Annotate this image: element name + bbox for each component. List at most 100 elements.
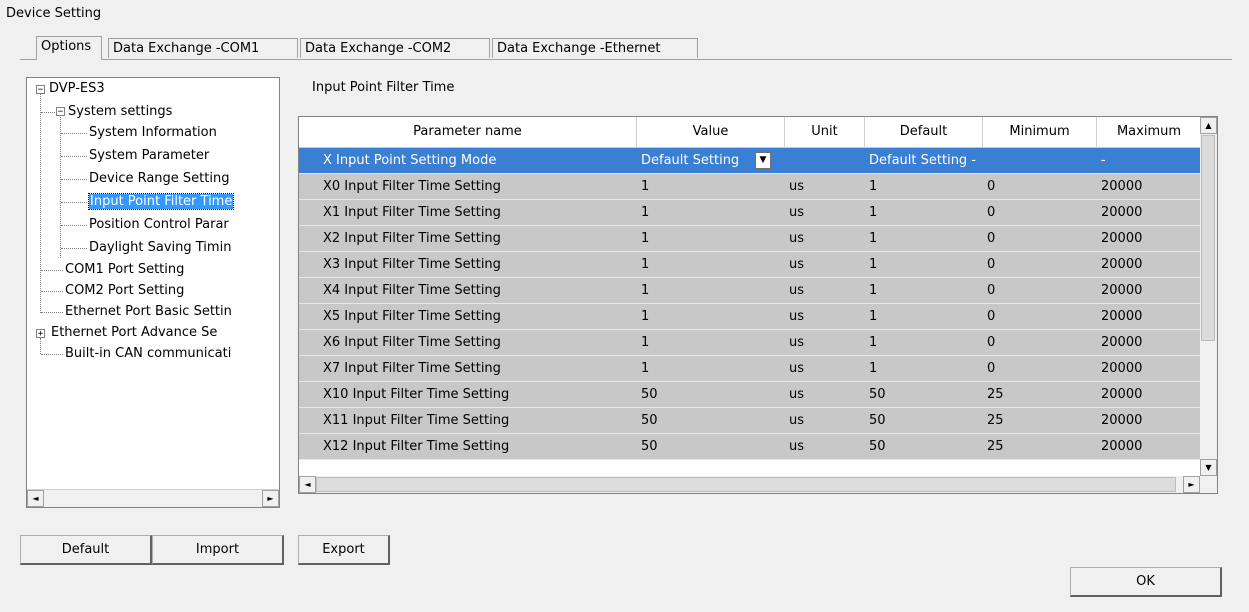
cell-parameter-name: X11 Input Filter Time Setting [323, 413, 510, 428]
table-row[interactable]: X1 Input Filter Time Setting 1 us 1 0 20000 [299, 200, 1201, 226]
scroll-right-icon[interactable]: ► [262, 490, 279, 507]
parameter-grid[interactable]: Parameter name Value Unit Default Minimu… [298, 116, 1218, 494]
column-header-minimum[interactable]: Minimum [983, 117, 1097, 147]
tab-options[interactable]: Options [36, 36, 102, 60]
scroll-left-icon[interactable]: ◄ [299, 476, 316, 493]
scroll-down-icon[interactable]: ▼ [1200, 459, 1217, 476]
tree-item-label: Ethernet Port Advance Se [51, 325, 218, 340]
cell-value[interactable]: 50 [637, 382, 785, 407]
tree-root[interactable]: DVP-ES3 [49, 80, 105, 98]
collapse-icon[interactable]: − [36, 85, 45, 95]
tree-item-daylight-saving[interactable]: Daylight Saving Timin [89, 239, 231, 257]
cell-parameter-name: X7 Input Filter Time Setting [323, 361, 501, 376]
export-button[interactable]: Export [298, 535, 390, 565]
cell-unit [785, 148, 865, 173]
table-row[interactable]: X2 Input Filter Time Setting 1 us 1 0 20000 [299, 226, 1201, 252]
cell-maximum: 20000 [1101, 413, 1143, 428]
cell-value[interactable]: 1 [637, 278, 785, 303]
tree-item-label: Built-in CAN communicati [65, 346, 232, 361]
table-row[interactable]: X0 Input Filter Time Setting 1 us 1 0 20000 [299, 174, 1201, 200]
collapse-icon[interactable]: − [56, 107, 65, 117]
section-title: Input Point Filter Time [312, 80, 455, 95]
tree-item-position-control[interactable]: Position Control Parar [89, 216, 229, 234]
cell-default: 50 [869, 413, 886, 428]
column-header-unit[interactable]: Unit [785, 117, 865, 147]
table-row[interactable]: X10 Input Filter Time Setting 50 us 50 25 200… [299, 382, 1201, 408]
grid-vertical-scrollbar[interactable]: ▲ ▼ [1200, 117, 1217, 477]
dropdown-arrow-icon[interactable]: ▼ [755, 152, 771, 169]
tree-item-builtin-can[interactable]: Built-in CAN communicati [65, 345, 231, 363]
table-row[interactable]: X7 Input Filter Time Setting 1 us 1 0 20000 [299, 356, 1201, 382]
table-row[interactable]: X Input Point Setting Mode Default Settin… [299, 148, 1201, 174]
cell-value[interactable]: 1 [637, 226, 785, 251]
expand-icon[interactable]: + [36, 329, 45, 339]
table-row[interactable]: X5 Input Filter Time Setting 1 us 1 0 20000 [299, 304, 1201, 330]
settings-tree[interactable]: − DVP-ES3 − System settings System Infor… [26, 77, 280, 508]
scroll-right-icon[interactable]: ► [1183, 476, 1200, 493]
tree-item-label: Position Control Parar [89, 217, 229, 232]
cell-value[interactable]: 50 [637, 434, 785, 459]
table-row[interactable]: X4 Input Filter Time Setting 1 us 1 0 20000 [299, 278, 1201, 304]
tree-item-system-parameter[interactable]: System Parameter [89, 147, 209, 165]
cell-default: 1 [869, 309, 878, 324]
default-button[interactable]: Default [20, 535, 152, 565]
cell-default: 1 [869, 335, 878, 350]
tree-item-system-settings[interactable]: System settings [68, 103, 172, 121]
grid-header: Parameter name Value Unit Default Minimu… [299, 117, 1201, 148]
column-header-value[interactable]: Value [637, 117, 785, 147]
cell-maximum: 20000 [1101, 283, 1143, 298]
cell-maximum: 20000 [1101, 335, 1143, 350]
cell-maximum: 20000 [1101, 179, 1143, 194]
tree-item-com2-port[interactable]: COM2 Port Setting [65, 282, 184, 300]
cell-maximum: 20000 [1101, 387, 1143, 402]
tree-connector [61, 225, 87, 226]
tree-item-com1-port[interactable]: COM1 Port Setting [65, 261, 184, 279]
table-row[interactable]: X12 Input Filter Time Setting 50 us 50 25 200… [299, 434, 1201, 460]
cell-value[interactable]: 1 [637, 330, 785, 355]
vertical-scroll-thumb[interactable] [1201, 135, 1215, 341]
table-row[interactable]: X11 Input Filter Time Setting 50 us 50 25 200… [299, 408, 1201, 434]
column-header-parameter-name[interactable]: Parameter name [299, 117, 637, 147]
scroll-up-icon[interactable]: ▲ [1200, 117, 1217, 134]
cell-value[interactable]: 1 [637, 304, 785, 329]
table-row[interactable]: X6 Input Filter Time Setting 1 us 1 0 20000 [299, 330, 1201, 356]
cell-default: 1 [869, 179, 878, 194]
import-button[interactable]: Import [152, 535, 284, 565]
tree-item-ethernet-basic[interactable]: Ethernet Port Basic Settin [65, 303, 232, 321]
cell-value[interactable]: 50 [637, 408, 785, 433]
tree-connector [41, 354, 63, 355]
tab-data-exchange-com1[interactable]: Data Exchange -COM1 [108, 38, 298, 58]
tree-item-device-range-setting[interactable]: Device Range Setting [89, 170, 229, 188]
tree-item-label: System Information [89, 125, 217, 140]
cell-minimum: 0 [987, 231, 996, 246]
cell-value[interactable]: 1 [637, 200, 785, 225]
cell-parameter-name: X12 Input Filter Time Setting [323, 439, 510, 454]
window-title: Device Setting [6, 6, 102, 21]
cell-minimum [983, 148, 1097, 173]
cell-parameter-name: X3 Input Filter Time Setting [323, 257, 501, 272]
ok-button[interactable]: OK [1070, 567, 1222, 597]
cell-maximum: 20000 [1101, 205, 1143, 220]
tree-item-ethernet-advance[interactable]: Ethernet Port Advance Se [51, 324, 217, 342]
cell-value[interactable]: 1 [637, 174, 785, 199]
horizontal-scroll-thumb[interactable] [316, 477, 1176, 492]
table-row[interactable]: X3 Input Filter Time Setting 1 us 1 0 20000 [299, 252, 1201, 278]
tree-item-system-information[interactable]: System Information [89, 124, 217, 142]
tree-item-label: Device Range Setting [89, 171, 230, 186]
cell-unit: us [789, 361, 805, 376]
tab-data-exchange-ethernet[interactable]: Data Exchange -Ethernet [492, 38, 698, 58]
column-header-maximum[interactable]: Maximum [1097, 117, 1201, 147]
tree-connector [61, 179, 87, 180]
tab-data-exchange-com2[interactable]: Data Exchange -COM2 [300, 38, 490, 58]
tree-item-label: System Parameter [89, 148, 210, 163]
cell-value[interactable]: 1 [637, 356, 785, 381]
cell-unit: us [789, 387, 805, 402]
cell-minimum: 0 [987, 335, 996, 350]
column-header-default[interactable]: Default [865, 117, 983, 147]
grid-horizontal-scrollbar[interactable]: ◄ ► [299, 476, 1217, 493]
tree-item-input-point-filter-time[interactable]: Input Point Filter Time [87, 193, 235, 211]
cell-value[interactable]: 1 [637, 252, 785, 277]
tree-horizontal-scrollbar[interactable]: ◄ ► [27, 489, 279, 507]
cell-minimum: 0 [987, 257, 996, 272]
scroll-left-icon[interactable]: ◄ [27, 490, 44, 507]
